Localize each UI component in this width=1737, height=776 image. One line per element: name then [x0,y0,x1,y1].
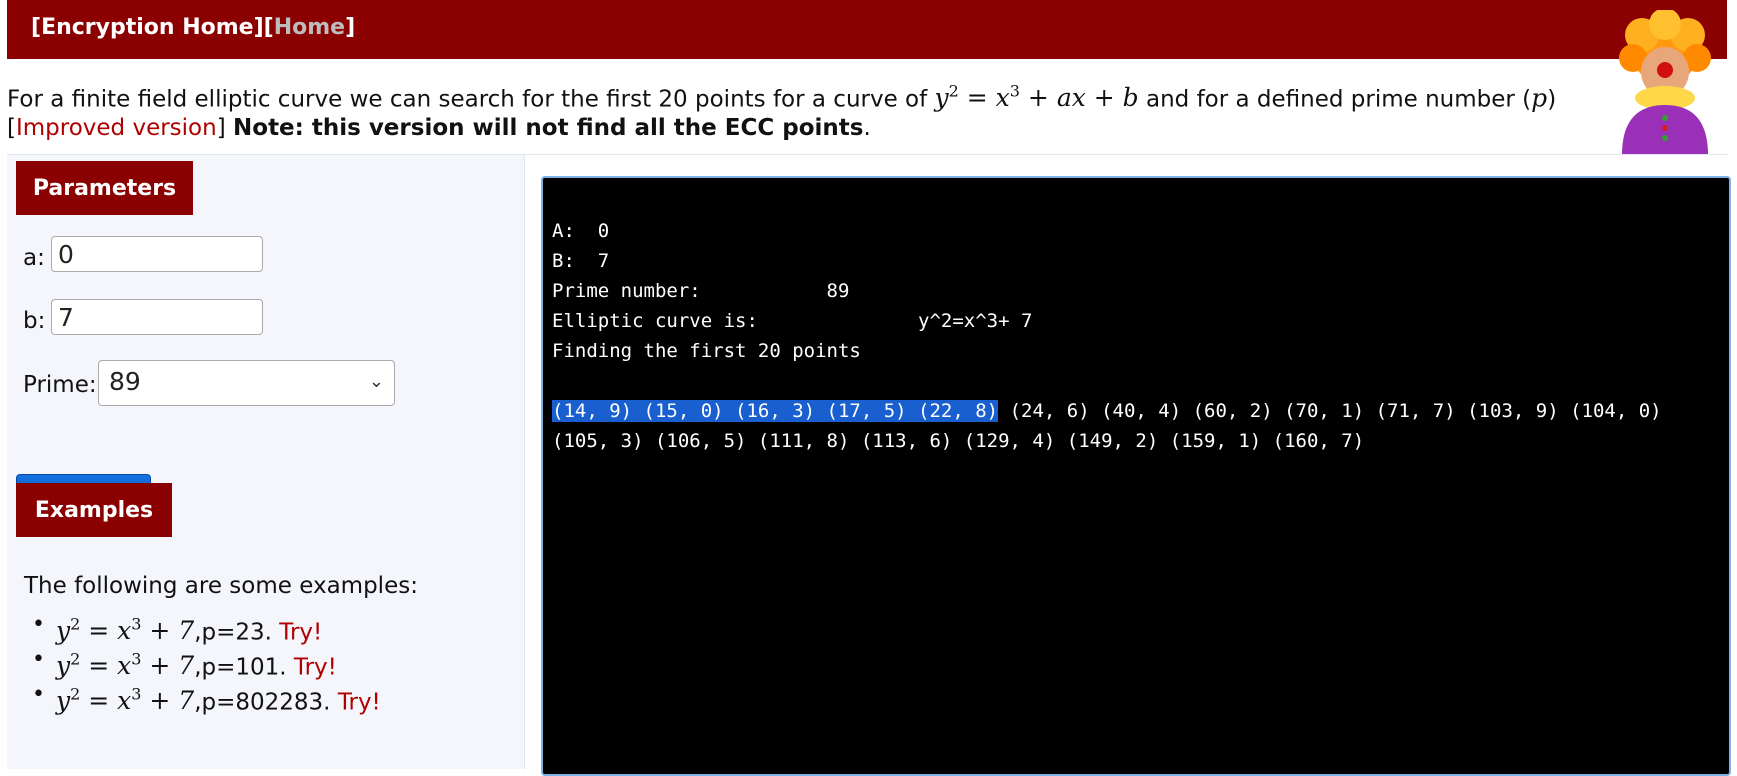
examples-list: • y2 = x3 + 7,p=23. Try! • y2 = x3 + 7,p=1… [24,607,381,716]
improved-version-link[interactable]: Improved version [16,115,217,141]
a-label: a: [23,245,45,271]
console-line-b: B: 7 [552,250,610,272]
encryption-home-link[interactable]: Encryption Home [41,15,254,40]
example-equation: y2 = x3 + 7 [56,615,195,646]
example-item: • y2 = x3 + 7,p=101. Try! [32,647,337,681]
curve-equation: y2 = x3 + ax + b [934,82,1139,113]
clown-mascot-icon [1619,10,1711,155]
prime-select[interactable]: 89 ⌄ [98,360,395,406]
prime-label: Prime: [23,372,97,398]
example-item: • y2 = x3 + 7,p=23. Try! [32,612,323,646]
parameters-heading: Parameters [16,161,193,215]
chevron-down-icon: ⌄ [368,371,384,392]
intro-paragraph: For a finite field elliptic curve we can… [7,77,1587,143]
try-link[interactable]: Try! [338,689,381,715]
output-console[interactable]: A: 0 B: 7 Prime number: 89 Elliptic curve i… [541,176,1731,776]
home-link[interactable]: Home [274,15,345,40]
selected-text: (14, 9) (15, 0) (16, 3) (17, 5) (22, 8) [552,400,999,422]
intro-line-2: [Improved version] Note: this version wi… [7,115,871,142]
intro-note: Note: this version will not find all the… [233,115,864,142]
examples-intro: The following are some examples: [24,573,418,599]
console-points-line-1: (14, 9) (15, 0) (16, 3) (17, 5) (22, 8) … [552,400,1662,422]
console-points-line-2: (105, 3) (106, 5) (111, 8) (113, 6) (129… [552,430,1365,452]
b-input[interactable] [51,299,263,335]
example-item: • y2 = x3 + 7,p=802283. Try! [32,682,381,716]
example-equation: y2 = x3 + 7 [56,650,195,681]
examples-heading: Examples [16,483,172,537]
header-bar: [Encryption Home][Home] [7,0,1727,59]
example-equation: y2 = x3 + 7 [56,685,195,716]
console-line-prime: Prime number: 89 [552,280,850,302]
console-line-a: A: 0 [552,220,610,242]
console-line-curve: Elliptic curve is: y^2=x^3+ 7 [552,310,1033,332]
console-line-finding: Finding the first 20 points [552,340,861,362]
parameters-panel: Parameters a: b: Prime: 89 ⌄ Determine E… [7,154,524,769]
a-input[interactable] [51,236,263,272]
b-label: b: [23,308,46,334]
intro-line-1: For a finite field elliptic curve we can… [7,82,1557,113]
header-nav: [Encryption Home][Home] [31,15,356,40]
